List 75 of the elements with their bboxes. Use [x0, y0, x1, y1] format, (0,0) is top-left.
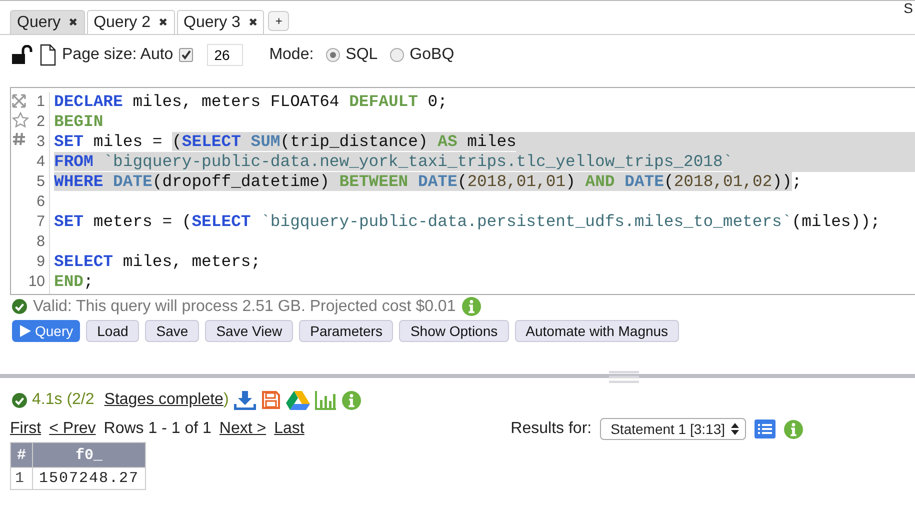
query-tab[interactable]: Query 3 ✖: [176, 10, 264, 34]
mode-radio[interactable]: [390, 48, 404, 62]
document-icon[interactable]: [40, 44, 56, 66]
toolbar-button[interactable]: Parameters: [299, 320, 394, 342]
check-icon: [12, 299, 27, 314]
stages-link[interactable]: Stages complete: [104, 391, 224, 409]
line-number: 3: [36, 132, 46, 152]
add-tab-button[interactable]: +: [268, 11, 290, 31]
row-count: Rows 1 - 1 of 1: [104, 420, 212, 438]
mode-option-label[interactable]: SQL: [346, 46, 378, 64]
line-number: 5: [36, 172, 46, 192]
code-line: END;: [54, 272, 94, 292]
query-tab[interactable]: Query ✖: [10, 10, 85, 34]
mode-option-label[interactable]: GoBQ: [410, 46, 454, 64]
drive-icon[interactable]: [286, 390, 310, 410]
table-cell: 1: [10, 468, 33, 490]
download-icon[interactable]: [234, 390, 256, 410]
toolbar-button[interactable]: Save: [145, 320, 200, 342]
status-paren: ): [223, 391, 229, 409]
elapsed-status: 4.1s (2/2: [32, 391, 94, 409]
line-number: 9: [36, 252, 46, 272]
last-page-link[interactable]: Last: [274, 420, 304, 438]
toolbar-button[interactable]: Save View: [205, 320, 294, 342]
bar-chart-icon[interactable]: [314, 390, 337, 410]
code-line: SELECT miles, meters;: [54, 252, 261, 272]
tick-icon: [181, 50, 192, 60]
code-line: DECLARE miles, meters FLOAT64 DEFAULT 0;: [54, 92, 448, 112]
line-number: 2: [36, 112, 46, 132]
code-line: SET meters = (SELECT `bigquery-public-data.persistent_udfs.miles_to_meters`(miles));: [54, 212, 880, 232]
column-header: #: [10, 442, 33, 468]
line-number: 7: [36, 212, 46, 232]
next-page-link[interactable]: Next >: [219, 420, 266, 438]
mode-radio[interactable]: [326, 48, 340, 62]
results-for-label: Results for:: [510, 420, 592, 438]
line-number: 1: [36, 92, 46, 112]
first-page-link[interactable]: First: [10, 420, 42, 438]
mode-label: Mode:: [269, 46, 314, 64]
toolbar-button[interactable]: Show Options: [399, 320, 509, 342]
page-size-field[interactable]: 26: [207, 44, 244, 66]
cut-off-text: S: [904, 0, 913, 16]
info-icon[interactable]: [784, 420, 803, 438]
code-line: SET miles = (SELECT SUM(trip_distance) AS miles: [54, 132, 516, 152]
close-icon[interactable]: ✖: [158, 16, 168, 29]
page-size-label: Page size: Auto: [62, 46, 174, 64]
query-tab[interactable]: Query 2 ✖: [86, 10, 174, 34]
statement-select[interactable]: Statement 1 [3:13]: [600, 418, 746, 440]
close-icon[interactable]: ✖: [68, 16, 78, 29]
unlock-icon[interactable]: [12, 45, 34, 65]
line-number: 8: [36, 232, 46, 252]
star-icon[interactable]: [12, 112, 29, 128]
code-line: BEGIN: [54, 112, 104, 132]
line-number: 10: [28, 272, 46, 292]
info-icon[interactable]: [342, 390, 361, 410]
auto-checkbox[interactable]: [179, 48, 194, 62]
hash-icon[interactable]: [12, 132, 26, 146]
info-icon[interactable]: [462, 297, 481, 316]
sort-arrows-icon: [731, 423, 739, 435]
code-line: WHERE DATE(dropoff_datetime) BETWEEN DATE(2018,01,01) AND DATE(2018,01,02));: [54, 172, 802, 192]
line-number: 6: [36, 192, 46, 212]
line-number: 4: [36, 152, 46, 172]
toolbar-button[interactable]: Load: [86, 320, 140, 342]
run-query-button[interactable]: Query: [12, 320, 80, 342]
expand-icon[interactable]: [12, 94, 26, 108]
table-cell: 1507248.27: [32, 468, 146, 490]
column-header: f0_: [32, 442, 146, 468]
close-icon[interactable]: ✖: [248, 16, 258, 29]
check-icon: [12, 392, 27, 408]
toolbar-button[interactable]: Automate with Magnus: [514, 320, 680, 342]
code-line: FROM `bigquery-public-data.new_york_taxi_trips.tlc_yellow_trips_2018`: [54, 152, 733, 172]
drag-handle-icon[interactable]: [609, 371, 639, 383]
save-icon[interactable]: [260, 390, 281, 410]
previous-page-link[interactable]: < Prev: [49, 420, 96, 438]
play-icon: [19, 324, 32, 338]
list-icon[interactable]: [754, 419, 776, 439]
validation-message: Valid: This query will process 2.51 GB. Projected cost $0.01: [33, 298, 456, 316]
